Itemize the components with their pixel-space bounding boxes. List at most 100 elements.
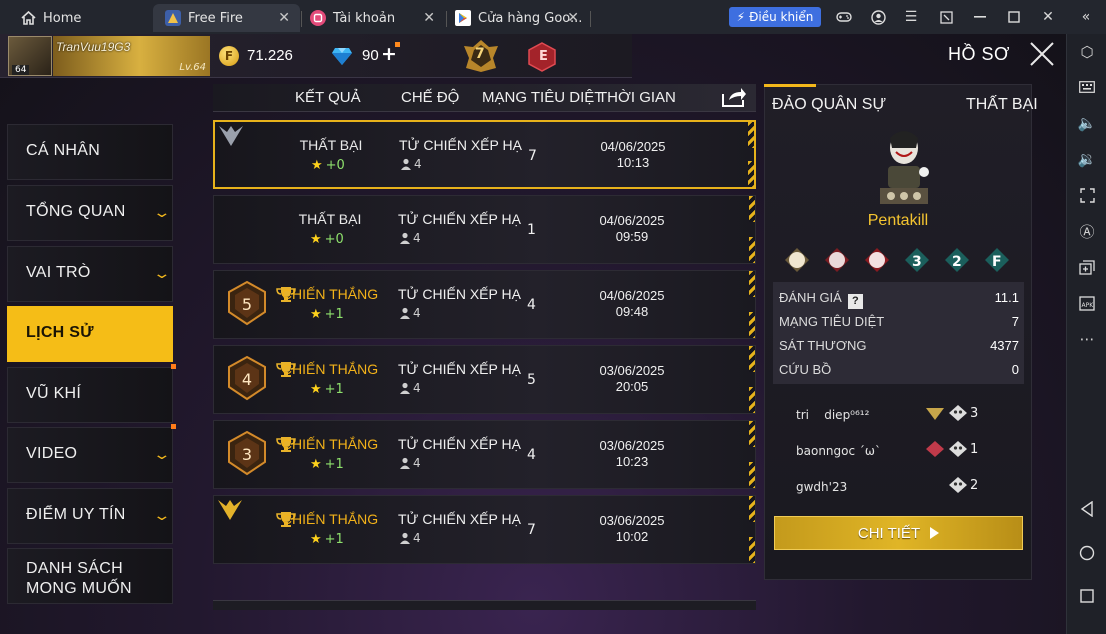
name-banner[interactable]: TranVuu19G3 Lv.64 [53,36,210,76]
person-icon [400,307,410,319]
match-date: 04/06/2025 [600,139,666,154]
match-date: 04/06/2025 [599,288,665,303]
home-circle-icon[interactable] [1076,542,1098,564]
back-icon[interactable] [1076,498,1098,520]
close-tab-icon[interactable]: ✕ [567,10,579,26]
table-row[interactable]: 4 CHIẾN THẮNG ★ +1 TỬ CHIẾN XẾP HẠ 4 5 03… [213,345,756,414]
keyboard-icon[interactable] [1076,76,1098,98]
menu-item-label: CÁ NHÂN [26,142,101,159]
notification-dot [171,424,176,429]
row-stripe-decoration [749,537,755,563]
mvp-wing-icon [218,500,242,520]
table-row[interactable]: CHIẾN THẮNG ★ +1 TỬ CHIẾN XẾP HẠ 4 7 03/0… [213,495,756,564]
notification-dot [171,364,176,369]
collapse-sidebar-icon[interactable]: « [1075,6,1097,28]
help-icon[interactable]: ? [847,294,863,309]
rank-points-value: +0 [325,158,345,173]
close-icon[interactable] [1025,40,1059,74]
close-tab-icon[interactable]: ✕ [278,10,290,26]
history-table-header: KẾT QUẢ CHẾ ĐỘ MẠNG TIÊU DIỆT THỜI GIAN [213,84,756,112]
table-row[interactable]: 3 CHIẾN THẮNG ★ +1 TỬ CHIẾN XẾP HẠ 4 4 03… [213,420,756,489]
tab-home[interactable]: Home [10,4,150,32]
squad-size-value: 4 [413,306,421,320]
minimize-icon[interactable] [969,6,991,28]
apk-install-icon[interactable]: APK [1076,292,1098,314]
menu-item-role[interactable]: VAI TRÒ ⌄ [7,246,173,302]
match-date: 03/06/2025 [599,363,665,378]
menu-item-label: DANH SÁCH MONG MUỐN [26,560,132,597]
squad-size: 4 [399,381,421,395]
rank-points-value: +1 [324,532,344,547]
rank-e-label: E [539,49,548,64]
table-row[interactable]: 5 CHIẾN THẮNG ★ +1 TỬ CHIẾN XẾP HẠ 4 4 04… [213,270,756,339]
booyah-medal-icon: 3 [228,430,266,476]
star-icon: ★ [310,382,322,397]
menu-item-overview[interactable]: TỔNG QUAN ⌄ [7,185,173,241]
settings-gear-icon[interactable]: ⬡ [1076,41,1098,63]
star-icon: ★ [310,307,322,322]
tab-free-fire-label: Free Fire [188,10,243,26]
menu-item-label: LỊCH SỬ [26,324,94,341]
menu-item-wishlist[interactable]: DANH SÁCH MONG MUỐN [7,548,173,604]
column-header-mode: CHẾ ĐỘ [401,89,460,106]
tab-free-fire[interactable]: Free Fire ✕ [153,4,300,32]
recent-apps-icon[interactable] [1076,585,1098,607]
details-button[interactable]: CHI TIẾT [774,516,1023,550]
menu-item-history[interactable]: LỊCH SỬ [7,306,173,362]
screenshot-icon[interactable] [1076,184,1098,206]
details-button-label: CHI TIẾT [857,524,921,542]
menu-item-video[interactable]: VIDEO ⌄ [7,424,176,483]
menu-icon[interactable]: ☰ [900,6,922,28]
banner-level: Lv.64 [179,62,206,73]
person-icon [401,158,411,170]
stat-damage: SÁT THƯƠNG 4377 [779,338,1019,353]
volume-down-icon[interactable]: 🔉 [1076,148,1098,170]
match-mode: TỬ CHIẾN XẾP HẠ [398,361,521,377]
table-row[interactable]: THẤT BẠI ★ +0 TỬ CHIẾN XẾP HẠ 4 1 04/06/2… [213,195,756,264]
restore-window-icon[interactable] [935,6,957,28]
skull-icon [949,477,967,493]
diamond-amount: 90 [362,47,379,64]
match-datetime: 04/06/2025 09:48 [592,288,672,320]
gamepad-icon[interactable] [833,6,855,28]
lightning-icon: ⚡ [736,10,746,24]
squad-size-value: 4 [413,231,421,245]
match-mode: TỬ CHIẾN XẾP HẠ [398,211,521,227]
menu-item-reputation[interactable]: ĐIỂM UY TÍN ⌄ [7,488,173,544]
teammate-name[interactable]: tri diep⁰⁶¹² [796,408,869,422]
row-stripe-decoration [749,271,755,297]
menu-item-personal[interactable]: CÁ NHÂN [7,124,173,180]
menu-item-weapons[interactable]: VŨ KHÍ [7,364,176,423]
table-row[interactable]: THẤT BẠI ★ +0 TỬ CHIẾN XẾP HẠ 4 7 04/06/2… [213,120,756,189]
tab-play-store[interactable]: Cửa hàng Goo... ✕ [447,4,589,32]
character-name: Pentakill [867,212,929,229]
macro-icon[interactable]: Ⓐ [1076,220,1098,242]
match-date: 03/06/2025 [599,513,665,528]
volume-up-icon[interactable]: 🔈 [1076,112,1098,134]
close-tab-icon[interactable]: ✕ [423,10,435,26]
avatar-level: 64 [12,65,30,75]
teammate-kill-count: 3 [970,405,979,421]
teammate-kills: 2 [947,476,978,494]
match-time: 09:48 [615,304,649,319]
person-icon [400,232,410,244]
tab-account-label: Tài khoản [333,10,396,26]
match-result: THẤT BẠI [299,137,363,153]
rank-points: ★ +1 [310,457,344,472]
panel-accent [764,84,816,87]
control-button[interactable]: ⚡ Điều khiển [729,7,821,27]
rank-points-value: +1 [324,382,344,397]
match-mode: TỬ CHIẾN XẾP HẠ [398,286,521,302]
more-options-icon[interactable]: ⋯ [1076,328,1098,350]
tab-account[interactable]: Tài khoản ✕ [302,4,445,32]
account-icon[interactable] [867,6,889,28]
multi-instance-icon[interactable] [1076,256,1098,278]
maximize-icon[interactable] [1003,6,1025,28]
teammate-name[interactable]: baonngoc ´ω` [796,444,881,458]
share-icon[interactable] [721,86,747,108]
squad-size-value: 4 [413,531,421,545]
close-window-icon[interactable]: ✕ [1037,6,1059,28]
rank-points: ★ +1 [310,382,344,397]
match-datetime: 03/06/2025 10:02 [592,513,672,545]
teammate-name[interactable]: gwdh'23 [796,480,847,494]
